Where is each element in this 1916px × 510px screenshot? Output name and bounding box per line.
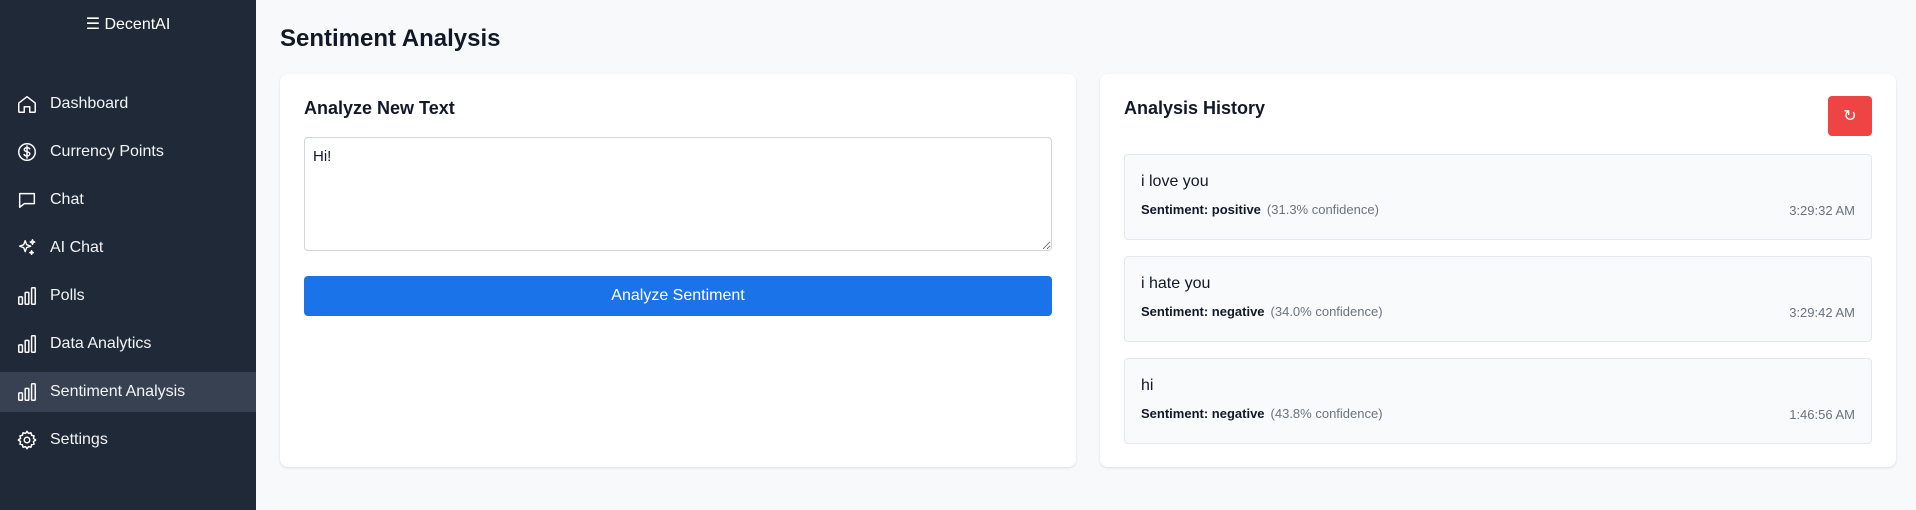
sidebar-item-label: Data Analytics: [50, 335, 152, 352]
sidebar-item-label: AI Chat: [50, 239, 104, 256]
history-item: hi Sentiment: negative (43.8% confidence)…: [1124, 358, 1872, 444]
history-list: i love you Sentiment: positive (31.3% con…: [1124, 154, 1872, 444]
chat-bubble-icon: [18, 192, 36, 209]
sidebar-item-chat[interactable]: Chat: [0, 180, 256, 220]
confidence-label: (31.3% confidence): [1266, 202, 1379, 217]
sidebar-item-ai-chat[interactable]: AI Chat: [0, 228, 256, 268]
refresh-icon: ↻: [1843, 108, 1857, 125]
timestamp: 1:46:56 AM: [1789, 406, 1855, 422]
history-item-text: i love you: [1141, 173, 1209, 190]
sidebar-item-currency-points[interactable]: Currency Points: [0, 132, 256, 172]
analyze-card-title: Analyze New Text: [304, 98, 455, 118]
dollar-circle-icon: [18, 143, 36, 161]
sidebar: ☰ DecentAI Dashboard Currency Points Cha…: [0, 0, 256, 510]
history-item-meta: Sentiment: negative (43.8% confidence) 1:…: [1141, 405, 1855, 423]
gear-icon: [17, 430, 37, 450]
sidebar-item-polls[interactable]: Polls: [0, 276, 256, 316]
sidebar-item-label: Settings: [50, 431, 108, 448]
confidence-label: (34.0% confidence): [1270, 304, 1383, 319]
analyze-card: Analyze New Text Hi! Analyze Sentiment: [280, 74, 1076, 467]
sidebar-item-label: Currency Points: [50, 143, 164, 160]
panels: Analyze New Text Hi! Analyze Sentiment A…: [280, 74, 1896, 467]
history-item-text: i hate you: [1141, 275, 1211, 292]
page-title: Sentiment Analysis: [280, 25, 501, 52]
sidebar-item-label: Sentiment Analysis: [50, 383, 186, 400]
home-icon: [18, 95, 36, 113]
sidebar-item-data-analytics[interactable]: Data Analytics: [0, 324, 256, 364]
history-card-title: Analysis History: [1124, 98, 1266, 118]
confidence-label: (43.8% confidence): [1270, 406, 1383, 421]
history-item: i love you Sentiment: positive (31.3% con…: [1124, 154, 1872, 240]
sentiment-label: Sentiment: negative: [1141, 304, 1265, 319]
history-item-meta: Sentiment: negative (34.0% confidence) 3:…: [1141, 303, 1855, 321]
sidebar-item-label: Dashboard: [50, 95, 129, 112]
timestamp: 3:29:42 AM: [1789, 304, 1855, 320]
history-item-meta: Sentiment: positive (31.3% confidence) 3:…: [1141, 201, 1855, 219]
history-card: Analysis History ↻ i love you Sentiment:…: [1100, 74, 1896, 467]
main-content: Sentiment Analysis Analyze New Text Hi! …: [256, 0, 1916, 510]
sidebar-item-label: Chat: [50, 191, 84, 208]
sparkles-icon: [18, 239, 36, 256]
sidebar-item-sentiment-analysis[interactable]: Sentiment Analysis: [0, 372, 256, 412]
timestamp: 3:29:32 AM: [1789, 202, 1855, 218]
sentiment-label: Sentiment: negative: [1141, 406, 1265, 421]
bar-chart-icon: [18, 383, 36, 401]
history-item: i hate you Sentiment: negative (34.0% con…: [1124, 256, 1872, 342]
text-input[interactable]: Hi!: [304, 137, 1052, 251]
sidebar-nav: Dashboard Currency Points Chat AI Chat P…: [0, 84, 256, 468]
bar-chart-icon: [18, 335, 36, 353]
bar-chart-icon: [18, 287, 36, 305]
history-item-text: hi: [1141, 377, 1154, 394]
brand-logo[interactable]: ☰ DecentAI: [0, 0, 256, 48]
sidebar-item-dashboard[interactable]: Dashboard: [0, 84, 256, 124]
sidebar-item-label: Polls: [50, 287, 85, 304]
sidebar-item-settings[interactable]: Settings: [0, 420, 256, 460]
analyze-sentiment-button[interactable]: Analyze Sentiment: [304, 276, 1052, 316]
history-card-header: Analysis History ↻: [1124, 96, 1872, 154]
sentiment-label: Sentiment: positive: [1141, 202, 1261, 217]
refresh-button[interactable]: ↻: [1828, 96, 1872, 136]
